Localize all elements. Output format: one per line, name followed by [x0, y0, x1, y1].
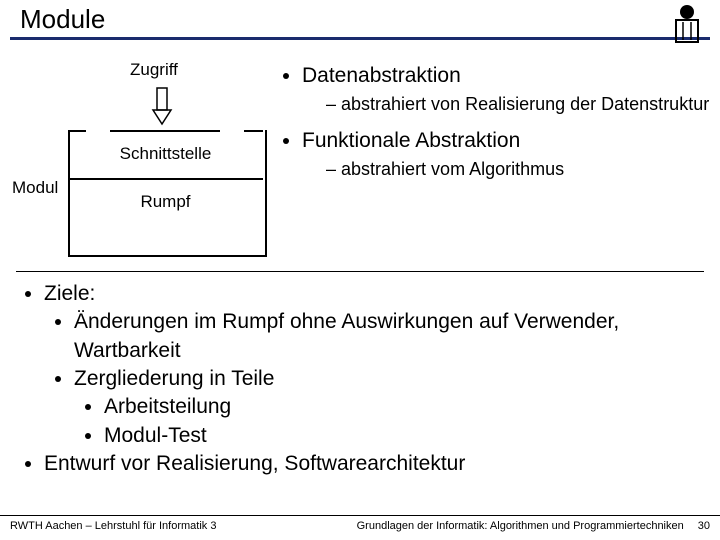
sub-datenabstraktion: abstrahiert von Realisierung der Datenst…: [326, 93, 710, 116]
ziele-heading: Ziele:: [44, 280, 710, 308]
footer-page: 30: [698, 520, 710, 532]
arrow-down-icon: [150, 86, 174, 131]
bullet-datenabstraktion: Datenabstraktion: [302, 62, 710, 89]
entwurf: Entwurf vor Realisierung, Softwarearchit…: [44, 450, 710, 478]
footer-course: Grundlagen der Informatik: Algorithmen u…: [357, 520, 684, 532]
sub-funktionale: abstrahiert vom Algorithmus: [326, 158, 710, 181]
rwth-logo-icon: [670, 4, 704, 46]
schnittstelle-label: Schnittstelle: [68, 130, 263, 180]
ziel-2: Zergliederung in Teile: [74, 365, 710, 393]
ziel-2b: Modul-Test: [104, 422, 710, 450]
zugriff-label: Zugriff: [130, 60, 178, 80]
module-diagram: Zugriff Modul Schnittstelle Rumpf: [10, 50, 280, 265]
ziel-1: Änderungen im Rumpf ohne Auswirkungen au…: [74, 308, 710, 365]
modul-label: Modul: [12, 178, 58, 198]
footer: RWTH Aachen – Lehrstuhl für Informatik 3…: [0, 515, 720, 540]
page-title: Module: [0, 0, 720, 37]
divider: [16, 271, 704, 272]
rumpf-label: Rumpf: [68, 178, 263, 255]
goals-list: Ziele: Änderungen im Rumpf ohne Auswirku…: [0, 280, 720, 478]
abstraction-list: Datenabstraktion abstrahiert von Realisi…: [280, 50, 710, 265]
bullet-funktionale: Funktionale Abstraktion: [302, 127, 710, 154]
footer-left: RWTH Aachen – Lehrstuhl für Informatik 3: [10, 520, 216, 532]
ziel-2a: Arbeitsteilung: [104, 393, 710, 421]
